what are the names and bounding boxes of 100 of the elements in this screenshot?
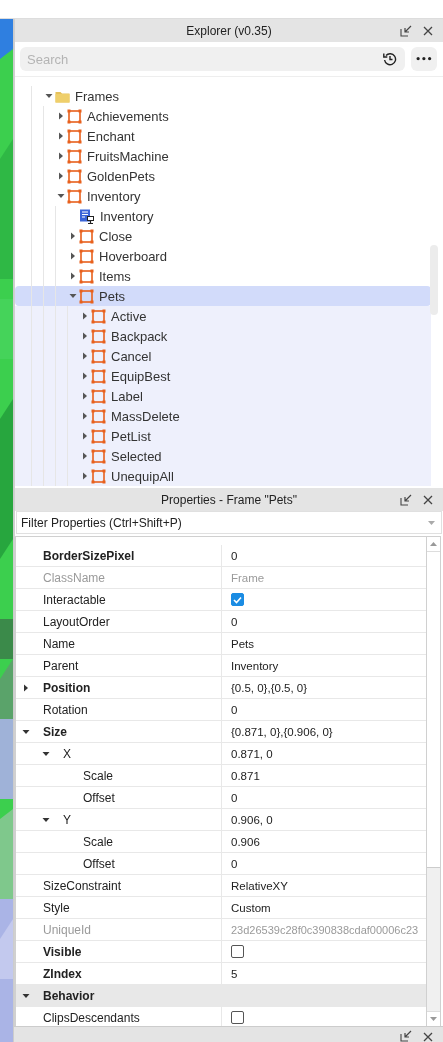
scrollbar-thumb[interactable]	[430, 245, 438, 315]
expand-arrow-icon[interactable]	[81, 412, 89, 420]
expand-arrow-icon[interactable]	[69, 252, 77, 260]
property-name: Parent	[43, 658, 79, 673]
close-icon[interactable]	[423, 495, 433, 505]
frame-icon	[91, 368, 106, 384]
expand-arrow-icon[interactable]	[57, 172, 65, 180]
expand-arrow-icon[interactable]	[57, 132, 65, 140]
collapse-arrow-icon[interactable]	[22, 727, 30, 736]
property-value: RelativeXY	[231, 879, 288, 892]
property-value: 0	[231, 791, 238, 804]
frame-icon	[79, 288, 94, 304]
property-value: 0.871	[231, 769, 260, 782]
frame-icon	[91, 348, 106, 364]
tree-item[interactable]: EquipBest	[15, 366, 431, 386]
tree-item[interactable]: Frames	[15, 86, 431, 106]
expand-arrow-icon[interactable]	[81, 352, 89, 360]
frame-icon	[91, 308, 106, 324]
expand-arrow-icon[interactable]	[57, 112, 65, 120]
frame-icon	[67, 168, 82, 184]
frame-icon	[91, 388, 106, 404]
property-value: {0.871, 0},{0.906, 0}	[231, 725, 333, 738]
property-value: 0.906, 0	[231, 813, 273, 826]
property-name: ZIndex	[43, 966, 82, 981]
frame-icon	[91, 328, 106, 344]
collapse-arrow-icon[interactable]	[57, 192, 65, 200]
folder-icon	[55, 89, 70, 103]
property-name: BorderSizePixel	[43, 548, 135, 563]
property-name: Style	[43, 900, 70, 915]
expand-arrow-icon[interactable]	[69, 272, 77, 280]
tree-item[interactable]: Selected	[15, 446, 431, 466]
tree-item[interactable]: Achievements	[15, 106, 431, 126]
tree-item[interactable]: MassDelete	[15, 406, 431, 426]
expand-arrow-icon[interactable]	[81, 312, 89, 320]
frame-icon	[79, 248, 94, 264]
scroll-up-button[interactable]	[427, 537, 440, 552]
expand-arrow-icon[interactable]	[81, 372, 89, 380]
panel-title: Properties - Frame "Pets"	[161, 492, 297, 507]
tree-item[interactable]: FruitsMachine	[15, 146, 431, 166]
expand-arrow-icon[interactable]	[57, 152, 65, 160]
collapse-arrow-icon[interactable]	[22, 991, 30, 1000]
down-arrow-icon	[430, 1017, 437, 1021]
expand-arrow-icon[interactable]	[22, 683, 30, 692]
collapse-arrow-icon[interactable]	[42, 749, 50, 758]
collapse-arrow-icon[interactable]	[42, 815, 50, 824]
tree-item[interactable]: UnequipAll	[15, 466, 431, 486]
property-name: ClipsDescendants	[43, 1010, 140, 1025]
checkbox[interactable]	[231, 593, 244, 606]
tree-item[interactable]: Backpack	[15, 326, 431, 346]
property-name: Rotation	[43, 702, 88, 717]
checkbox[interactable]	[231, 1011, 244, 1024]
property-name: Scale	[83, 834, 114, 849]
expand-arrow-icon[interactable]	[81, 472, 89, 480]
tree-item[interactable]: GoldenPets	[15, 166, 431, 186]
tree-item[interactable]: Close	[15, 226, 431, 246]
expand-arrow-icon[interactable]	[69, 232, 77, 240]
collapse-arrow-icon[interactable]	[69, 292, 77, 300]
filter-box[interactable]: Filter Properties (Ctrl+Shift+P)	[16, 511, 442, 534]
frame-icon	[91, 448, 106, 464]
tree-item[interactable]: Pets	[15, 286, 431, 306]
expand-arrow-icon[interactable]	[81, 432, 89, 440]
checkbox[interactable]	[231, 945, 244, 958]
tree-item[interactable]: Hoverboard	[15, 246, 431, 266]
frame-icon	[67, 188, 82, 204]
property-name: Interactable	[43, 592, 106, 607]
tree-item[interactable]: Enchant	[15, 126, 431, 146]
more-button[interactable]: •••	[411, 47, 437, 71]
tree-item[interactable]: PetList	[15, 426, 431, 446]
property-value: 0	[231, 615, 238, 628]
tree-item[interactable]: Inventory	[15, 206, 431, 226]
collapse-arrow-icon[interactable]	[45, 92, 53, 100]
expand-arrow-icon[interactable]	[81, 392, 89, 400]
search-field[interactable]: Search	[25, 50, 383, 68]
tree-item[interactable]: Label	[15, 386, 431, 406]
expand-arrow-icon[interactable]	[81, 332, 89, 340]
frame-icon	[67, 128, 82, 144]
property-name: ClassName	[43, 570, 105, 585]
tree-item[interactable]: Active	[15, 306, 431, 326]
checkmark-icon	[233, 595, 242, 604]
scroll-down-button[interactable]	[427, 1011, 440, 1026]
undock-icon[interactable]	[400, 494, 412, 506]
scrollbar-thumb[interactable]	[427, 552, 440, 868]
close-icon[interactable]	[423, 1032, 433, 1042]
property-name: SizeConstraint	[43, 878, 122, 893]
tree-item[interactable]: Cancel	[15, 346, 431, 366]
frame-icon	[91, 468, 106, 484]
expand-arrow-icon[interactable]	[81, 452, 89, 460]
tree-item[interactable]: Inventory	[15, 186, 431, 206]
undock-icon[interactable]	[400, 25, 412, 37]
close-icon[interactable]	[423, 26, 433, 36]
property-value: Custom	[231, 901, 271, 914]
property-value: 0.871, 0	[231, 747, 273, 760]
property-name: Size	[43, 724, 67, 739]
frame-icon	[79, 228, 94, 244]
history-icon[interactable]	[383, 52, 397, 66]
search-box[interactable]: Search	[20, 47, 405, 71]
undock-icon[interactable]	[400, 1030, 412, 1042]
frame-icon	[79, 268, 94, 284]
script-icon	[79, 208, 95, 224]
property-value: 5	[231, 967, 238, 980]
